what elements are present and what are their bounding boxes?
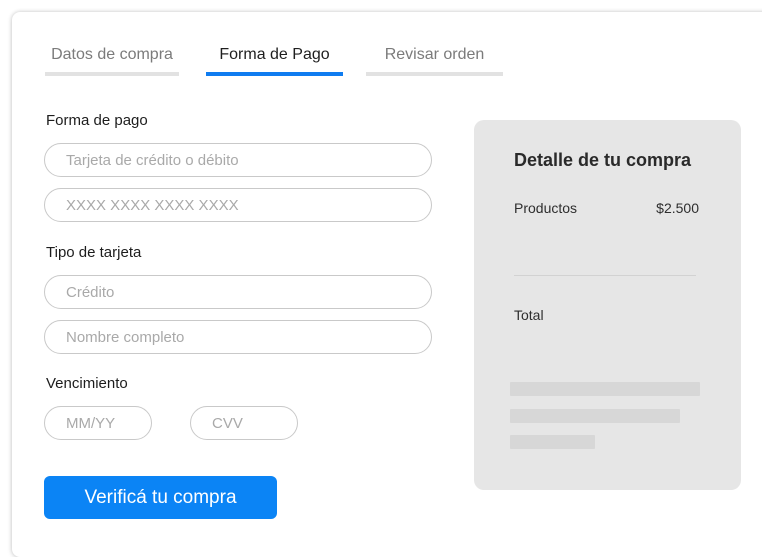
total-label: Total xyxy=(514,307,544,323)
summary-divider xyxy=(514,275,696,276)
expiry-field[interactable] xyxy=(44,406,152,440)
card-kind-label: Tipo de tarjeta xyxy=(46,244,142,261)
summary-title: Detalle de tu compra xyxy=(514,150,692,170)
order-summary-panel: Detalle de tu compra Productos $2.500 To… xyxy=(474,120,741,490)
card-number-field[interactable] xyxy=(44,188,432,222)
products-label: Productos xyxy=(514,200,578,216)
skeleton-line xyxy=(510,409,680,423)
payment-method-label: Forma de pago xyxy=(46,112,148,129)
tab-underline xyxy=(366,72,503,76)
tab-underline xyxy=(45,72,179,76)
card-kind-field[interactable] xyxy=(44,275,432,309)
tab-datos-de-compra[interactable]: Datos de compra xyxy=(45,46,179,76)
skeleton-line xyxy=(510,382,700,396)
tab-label: Revisar orden xyxy=(384,46,485,63)
full-name-field[interactable] xyxy=(44,320,432,354)
skeleton-line xyxy=(510,435,595,449)
card-type-field[interactable] xyxy=(44,143,432,177)
tab-underline xyxy=(206,72,343,76)
products-value: $2.500 xyxy=(656,200,699,216)
tab-forma-de-pago[interactable]: Forma de Pago xyxy=(206,46,343,76)
tab-revisar-orden[interactable]: Revisar orden xyxy=(366,46,503,76)
tab-label: Datos de compra xyxy=(51,46,173,63)
verify-purchase-button[interactable]: Verificá tu compra xyxy=(44,476,277,519)
cvv-field[interactable] xyxy=(190,406,298,440)
tab-label: Forma de Pago xyxy=(219,46,330,63)
expiry-label: Vencimiento xyxy=(46,375,128,392)
